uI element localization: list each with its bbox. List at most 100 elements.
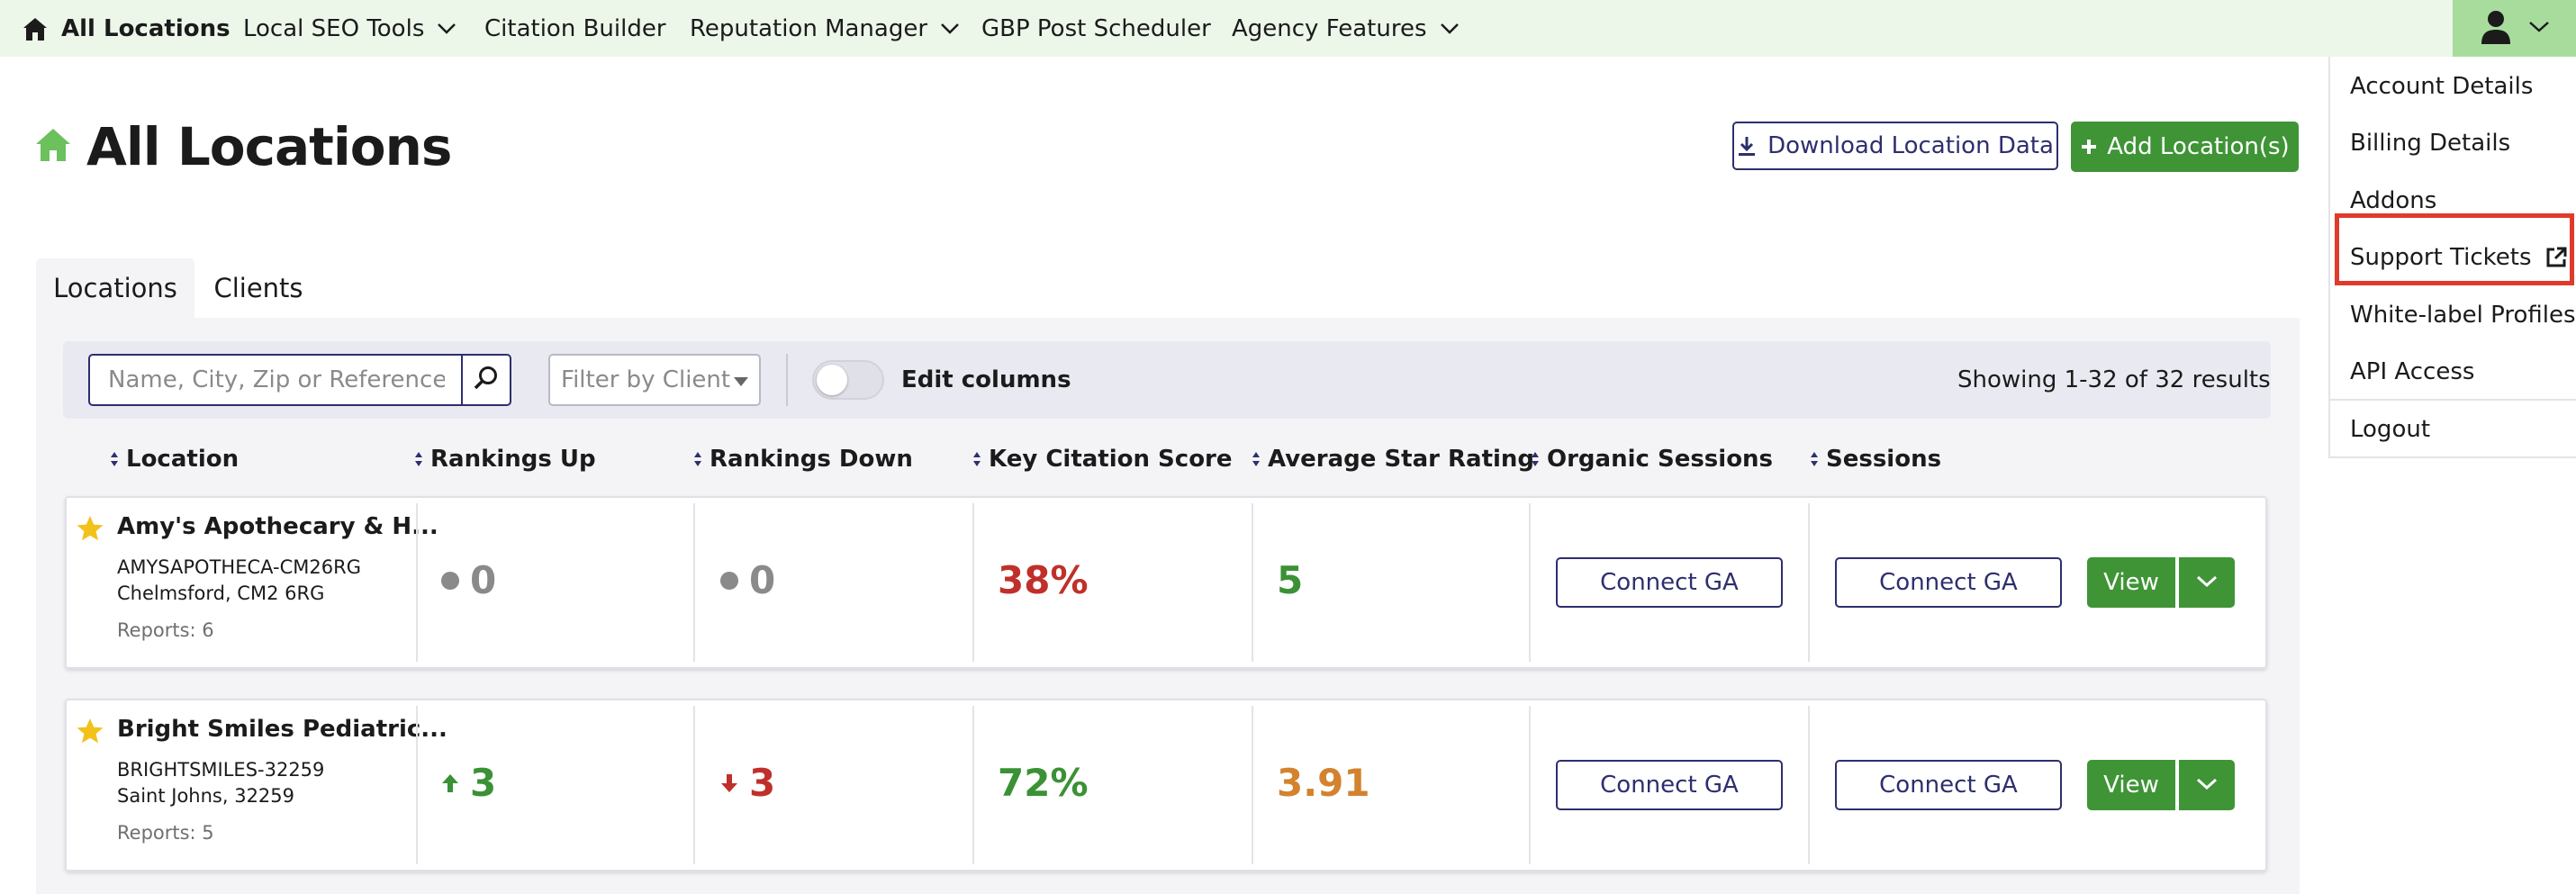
filter-by-client-select[interactable]: Filter by Client (548, 354, 761, 406)
cell-divider (1808, 706, 1810, 864)
home-icon (34, 127, 72, 167)
arrow-down-icon (720, 773, 738, 793)
nav-home-label: All Locations (61, 14, 230, 42)
menu-item-api-access[interactable]: API Access (2350, 347, 2474, 397)
chevron-down-icon (437, 23, 456, 35)
menu-item-account-details[interactable]: Account Details (2350, 61, 2533, 112)
support-tickets-highlight (2335, 213, 2574, 285)
column-header-key-citation-score[interactable]: Key Citation Score (972, 439, 1233, 479)
column-header-organic-sessions[interactable]: Organic Sessions (1531, 439, 1773, 479)
page-title-text: All Locations (86, 116, 452, 177)
user-icon (2480, 9, 2512, 49)
page-title: All Locations (34, 113, 452, 181)
filter-placeholder: Filter by Client (561, 366, 731, 393)
menu-item-billing-details[interactable]: Billing Details (2350, 118, 2510, 168)
star-rating-value: 5 (1277, 558, 1304, 602)
home-icon (22, 16, 49, 41)
chevron-down-icon (2196, 574, 2218, 591)
sort-icon (972, 451, 981, 467)
chevron-down-icon (940, 23, 960, 35)
nav-agency-features[interactable]: Agency Features (1232, 0, 1460, 57)
user-menu-button[interactable] (2453, 0, 2576, 57)
cell-divider (972, 706, 974, 864)
location-name-link[interactable]: Amy's Apothecary & H... (117, 513, 438, 540)
location-name-link[interactable]: Bright Smiles Pediatric... (117, 716, 447, 743)
add-locations-button[interactable]: Add Location(s) (2071, 122, 2299, 172)
rankings-up-number: 0 (470, 558, 497, 602)
sort-icon (1810, 451, 1819, 467)
menu-item-white-label-profiles[interactable]: White-label Profiles (2350, 290, 2576, 340)
tab-label: Clients (213, 273, 303, 303)
search-button[interactable] (461, 354, 511, 406)
view-button[interactable]: View (2087, 760, 2175, 810)
star-rating-value: 3.91 (1277, 761, 1370, 805)
menu-item-label: Billing Details (2350, 130, 2511, 157)
toolbar-divider (786, 354, 788, 406)
rankings-up-number: 3 (470, 761, 497, 805)
star-icon[interactable] (76, 718, 104, 748)
column-header-rankings-down[interactable]: Rankings Down (693, 439, 913, 479)
cell-divider (1529, 503, 1531, 662)
cell-divider (416, 503, 418, 662)
column-label: Rankings Up (430, 446, 596, 473)
menu-item-label: White-label Profiles (2350, 302, 2576, 329)
top-navigation: All Locations Local SEO Tools Citation B… (0, 0, 2576, 57)
rankings-down-number: 3 (749, 761, 776, 805)
nav-item-label: GBP Post Scheduler (981, 14, 1211, 42)
download-location-data-button[interactable]: Download Location Data (1732, 122, 2058, 170)
menu-item-logout[interactable]: Logout (2350, 404, 2430, 455)
view-options-dropdown[interactable] (2177, 557, 2235, 608)
location-address: Saint Johns, 32259 (117, 785, 295, 807)
connect-ga-button[interactable]: Connect GA (1556, 760, 1783, 810)
cell-divider (1252, 503, 1253, 662)
view-button[interactable]: View (2087, 557, 2175, 608)
nav-local-seo-tools[interactable]: Local SEO Tools (243, 0, 456, 57)
nav-item-label: Reputation Manager (690, 14, 928, 42)
connect-ga-button[interactable]: Connect GA (1835, 760, 2062, 810)
connect-ga-button[interactable]: Connect GA (1556, 557, 1783, 608)
citation-score-value: 72% (998, 761, 1089, 805)
rankings-down-value: 0 (720, 558, 775, 602)
rankings-down-value: 3 (720, 761, 775, 805)
nav-reputation-manager[interactable]: Reputation Manager (690, 0, 960, 57)
search-input[interactable] (88, 354, 463, 406)
edit-columns-toggle[interactable] (812, 360, 884, 400)
column-label: Organic Sessions (1547, 446, 1774, 473)
add-label: Add Location(s) (2107, 133, 2290, 160)
toggle-knob (817, 365, 847, 395)
location-reports: Reports: 5 (117, 822, 214, 844)
nav-item-label: Citation Builder (484, 14, 666, 42)
download-icon (1737, 135, 1757, 157)
rankings-down-number: 0 (749, 558, 776, 602)
menu-item-label: Addons (2350, 187, 2437, 214)
citation-score-value: 38% (998, 558, 1089, 602)
cell-divider (972, 503, 974, 662)
star-icon[interactable] (76, 515, 104, 546)
view-options-dropdown[interactable] (2177, 760, 2235, 810)
results-count: Showing 1-32 of 32 results (1957, 366, 2271, 393)
sort-icon (110, 451, 119, 467)
tab-locations[interactable]: Locations (36, 258, 194, 318)
nav-item-label: Local SEO Tools (243, 14, 425, 42)
nav-citation-builder[interactable]: Citation Builder (484, 0, 666, 57)
caret-down-icon (734, 377, 748, 386)
search-icon (473, 365, 500, 395)
tab-clients[interactable]: Clients (207, 258, 310, 318)
cell-divider (416, 706, 418, 864)
column-header-average-star-rating[interactable]: Average Star Rating (1252, 439, 1534, 479)
column-header-sessions[interactable]: Sessions (1810, 439, 1941, 479)
neutral-dot-icon (441, 571, 459, 590)
cell-divider (693, 503, 695, 662)
nav-item-label: Agency Features (1232, 14, 1427, 42)
location-reports: Reports: 6 (117, 619, 214, 641)
cell-divider (1529, 706, 1531, 864)
column-header-rankings-up[interactable]: Rankings Up (414, 439, 596, 479)
column-label: Rankings Down (710, 446, 913, 473)
cell-divider (693, 706, 695, 864)
nav-home-all-locations[interactable]: All Locations (22, 0, 230, 57)
download-label: Download Location Data (1767, 132, 2054, 159)
location-reference: AMYSAPOTHECA-CM26RG (117, 556, 361, 578)
column-header-location[interactable]: Location (110, 439, 239, 479)
nav-gbp-post-scheduler[interactable]: GBP Post Scheduler (981, 0, 1211, 57)
connect-ga-button[interactable]: Connect GA (1835, 557, 2062, 608)
